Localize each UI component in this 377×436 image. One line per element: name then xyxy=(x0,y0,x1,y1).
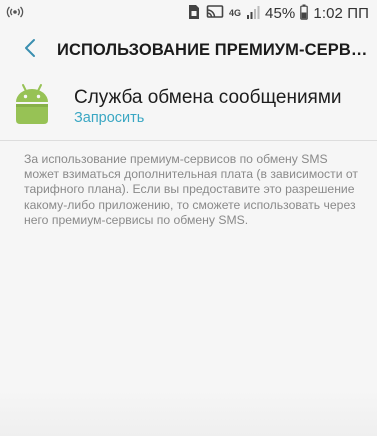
network-type-icon: 4G xyxy=(229,7,242,18)
status-bar: 4G 45% 1:02 ПП xyxy=(0,0,377,26)
description-text: За использование премиум-сервисов по обм… xyxy=(24,152,358,227)
app-name: Служба обмена сообщениями xyxy=(74,87,342,108)
signal-bars-icon xyxy=(246,4,260,23)
battery-percentage: 45% xyxy=(265,4,296,22)
battery-icon xyxy=(300,4,309,23)
network-type-label: 4G xyxy=(229,7,242,18)
android-icon xyxy=(12,82,52,126)
divider xyxy=(0,140,377,141)
app-list-item[interactable]: Служба обмена сообщениями Запросить xyxy=(0,74,377,136)
back-button[interactable] xyxy=(16,36,44,64)
signal-broadcast-icon xyxy=(6,4,24,20)
bottom-shade xyxy=(0,390,377,436)
page-title: ИСПОЛЬЗОВАНИЕ ПРЕМИУМ-СЕРВИСОВ... xyxy=(57,41,369,59)
clock: 1:02 ПП xyxy=(313,4,369,22)
main-content: Служба обмена сообщениями Запросить За и… xyxy=(0,74,377,436)
status-icons: 4G 45% 1:02 ПП xyxy=(187,3,369,23)
app-bar: ИСПОЛЬЗОВАНИЕ ПРЕМИУМ-СЕРВИСОВ... xyxy=(0,28,377,74)
sim-icon xyxy=(187,4,201,23)
back-arrow-icon xyxy=(23,38,37,63)
request-button[interactable]: Запросить xyxy=(74,110,144,126)
cast-icon xyxy=(206,4,224,23)
